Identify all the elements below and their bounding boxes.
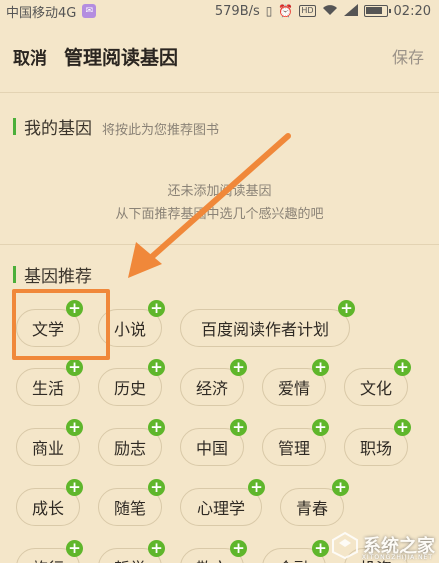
cancel-button[interactable]: 取消 xyxy=(13,44,47,69)
gene-tag-label: 百度阅读作者计划 xyxy=(200,320,329,339)
gene-tag-label: 青春 xyxy=(295,499,328,518)
gene-tag-label: 励志 xyxy=(113,439,146,458)
page-title: 管理阅读基因 xyxy=(64,46,179,69)
battery-icon xyxy=(363,5,391,17)
alarm-icon: ⏰ xyxy=(278,4,294,18)
hd-icon: HD xyxy=(299,5,316,17)
wifi-icon xyxy=(322,4,338,19)
gene-tag-label: 哲学 xyxy=(114,555,146,563)
clock-time: 02:20 xyxy=(393,3,431,19)
add-icon[interactable]: + xyxy=(148,479,165,496)
top-bar: 取消 管理阅读基因 保存 xyxy=(0,38,439,74)
recommend-title: 基因推荐 xyxy=(24,267,92,287)
empty-message-line1: 还未添加阅读基因 xyxy=(167,184,272,199)
empty-message-line2: 从下面推荐基因中选几个感兴趣的吧 xyxy=(115,207,324,222)
gene-tag-label: 旅行 xyxy=(32,555,64,563)
signal-icon xyxy=(343,3,358,19)
add-icon[interactable]: + xyxy=(312,419,329,436)
add-icon[interactable]: + xyxy=(148,300,165,317)
section-marker xyxy=(13,266,16,283)
add-icon[interactable]: + xyxy=(230,419,247,436)
section-divider xyxy=(0,244,439,245)
add-icon[interactable]: + xyxy=(312,540,329,557)
add-icon[interactable]: + xyxy=(230,359,247,376)
section-marker xyxy=(13,118,16,135)
annotation-highlight-box xyxy=(12,289,110,360)
carrier-label: 中国移动4G xyxy=(6,5,77,21)
save-button[interactable]: 保存 xyxy=(392,44,424,68)
status-bar: 中国移动4G ✉ 579B/s ▯ ⏰ HD 02:20 xyxy=(0,0,439,22)
add-icon[interactable]: + xyxy=(394,419,411,436)
gene-tag-label: 经济 xyxy=(195,379,228,398)
header-divider xyxy=(0,92,439,93)
gene-tag-label: 商业 xyxy=(31,439,64,458)
net-speed: 579B/s xyxy=(214,3,260,19)
add-icon[interactable]: + xyxy=(332,479,349,496)
add-icon[interactable]: + xyxy=(148,540,165,557)
add-icon[interactable]: + xyxy=(66,479,83,496)
message-icon: ✉ xyxy=(82,4,97,18)
add-icon[interactable]: + xyxy=(248,479,265,496)
gene-tag-label: 管理 xyxy=(277,439,310,458)
gene-tag[interactable]: 百度阅读作者计划 xyxy=(180,309,350,347)
add-icon[interactable]: + xyxy=(338,300,355,317)
my-genes-header: 我的基因 将按此为您推荐图书 xyxy=(13,114,219,139)
add-icon[interactable]: + xyxy=(230,540,247,557)
add-icon[interactable]: + xyxy=(66,540,83,557)
watermark-logo-icon xyxy=(332,531,358,559)
gene-tag-label: 爱情 xyxy=(277,379,310,398)
vibrate-icon: ▯ xyxy=(265,4,273,18)
gene-tag-label: 中国 xyxy=(195,439,228,458)
gene-tag-label: 职场 xyxy=(359,439,392,458)
gene-tag-label: 随笔 xyxy=(113,499,146,518)
add-icon[interactable]: + xyxy=(66,419,83,436)
add-icon[interactable]: + xyxy=(66,359,83,376)
gene-tag-label: 金融 xyxy=(278,555,310,563)
recommend-header: 基因推荐 xyxy=(13,262,92,287)
gene-tag-label: 生活 xyxy=(31,379,64,398)
my-genes-title: 我的基因 xyxy=(24,119,92,139)
add-icon[interactable]: + xyxy=(312,359,329,376)
watermark-subtext: XITONGZHIJIA.NET xyxy=(361,554,433,561)
gene-tag-label: 散文 xyxy=(196,555,228,563)
gene-tag-label: 文化 xyxy=(359,379,392,398)
gene-tag-label: 成长 xyxy=(31,499,64,518)
add-icon[interactable]: + xyxy=(148,419,165,436)
gene-tag-label: 历史 xyxy=(113,379,146,398)
add-icon[interactable]: + xyxy=(148,359,165,376)
gene-tag-label: 心理学 xyxy=(196,499,245,518)
add-icon[interactable]: + xyxy=(394,359,411,376)
my-genes-subtitle: 将按此为您推荐图书 xyxy=(102,123,220,138)
gene-tag-label: 小说 xyxy=(113,320,146,339)
